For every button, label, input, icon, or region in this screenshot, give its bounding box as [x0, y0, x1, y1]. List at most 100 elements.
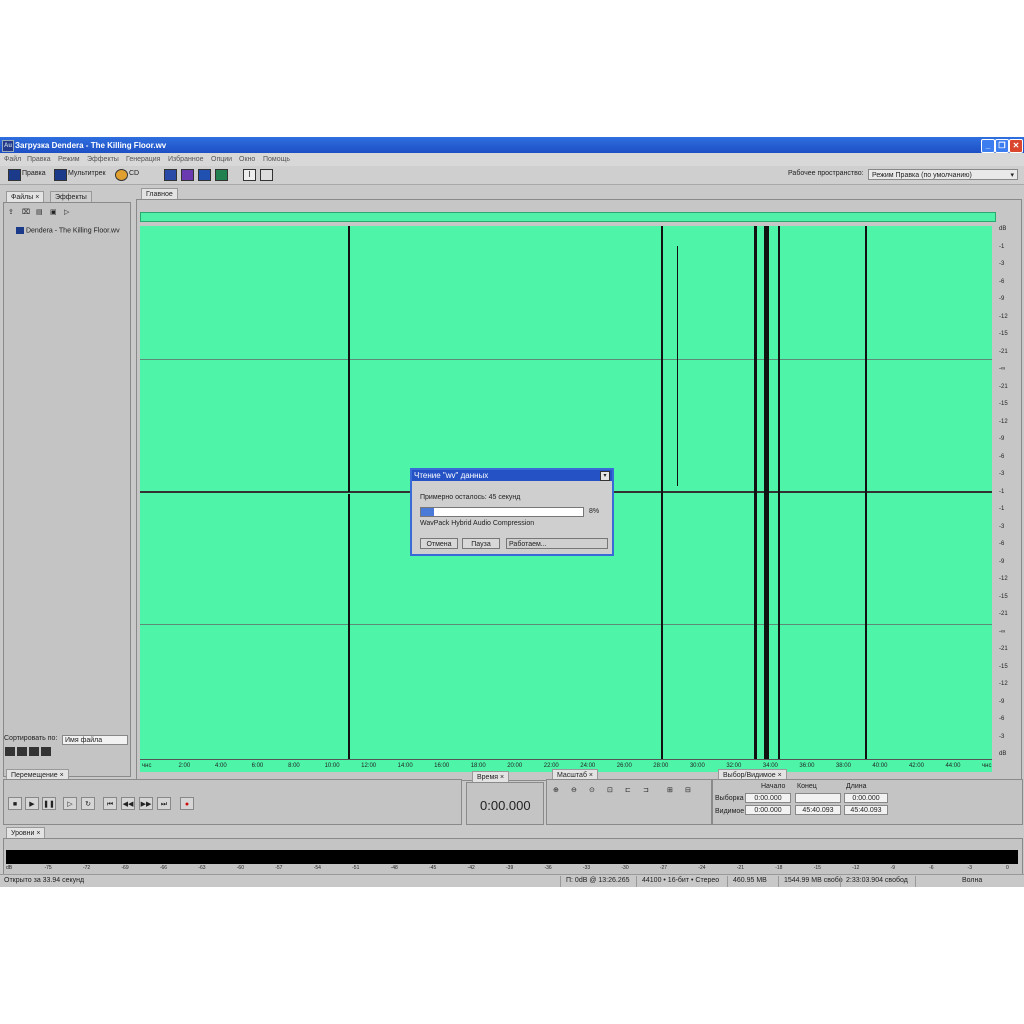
restore-button[interactable]: ❐ [995, 139, 1009, 153]
close-file-icon[interactable]: ⌧ [22, 208, 30, 216]
workspace-select[interactable]: Режим Правка (по умолчанию) ▾ [868, 169, 1018, 180]
minimize-button[interactable]: _ [981, 139, 995, 153]
level-meter-tick: -24 [698, 865, 706, 871]
menu-window[interactable]: Окно [239, 156, 255, 163]
zoom-full-icon[interactable]: ⊙ [589, 786, 595, 794]
insert-multitrack-icon[interactable]: ▤ [36, 208, 43, 216]
tab-levels[interactable]: Уровни × [6, 827, 46, 838]
time-display: 0:00.000 [480, 798, 531, 813]
level-meter-tick: -48 [390, 865, 398, 871]
db-scale-label: -15 [999, 593, 1008, 600]
db-scale-label: -21 [999, 383, 1008, 390]
dialog-close-icon[interactable]: ▾ [600, 471, 610, 481]
tab-effects[interactable]: Эффекты [50, 191, 92, 202]
menu-file[interactable]: Файл [4, 156, 21, 163]
zoom-out-horizontal-icon[interactable]: ⊖ [571, 786, 577, 794]
cd-view-label[interactable]: CD [129, 170, 139, 177]
close-button[interactable]: ✕ [1009, 139, 1023, 153]
stop-button[interactable]: ■ [8, 797, 22, 810]
codec-name: WavPack Hybrid Audio Compression [420, 520, 535, 527]
pause-button[interactable]: Пауза [462, 538, 500, 549]
progress-percent: 8% [589, 508, 600, 515]
time-remaining-text: Примерно осталось: 45 секунд [420, 494, 521, 501]
level-meter-tick: -18 [775, 865, 783, 871]
overview-bar[interactable] [140, 212, 996, 222]
menu-generate[interactable]: Генерация [126, 156, 160, 163]
multitrack-view-label[interactable]: Мультитрек [68, 170, 106, 177]
spectral-phase-icon[interactable] [215, 169, 228, 181]
timeline-label: чнс [142, 763, 152, 769]
pause-button[interactable]: ❚❚ [42, 797, 56, 810]
edit-view-icon[interactable] [8, 169, 21, 181]
status-view-mode: Волна [962, 877, 983, 884]
play-button[interactable]: ▶ [25, 797, 39, 810]
play-to-end-button[interactable]: ▷ [63, 797, 77, 810]
selection-length-field[interactable]: 0:00.000 [844, 793, 888, 803]
zoom-right-edge-icon[interactable]: ⊐ [643, 786, 649, 794]
insert-cd-icon[interactable]: ▣ [50, 208, 57, 216]
wave-file-icon [16, 227, 24, 234]
waveform-peak [764, 226, 769, 759]
multitrack-view-icon[interactable] [54, 169, 67, 181]
menu-view[interactable]: Режим [58, 156, 80, 163]
db-scale-label: -9 [999, 558, 1005, 565]
go-to-start-button[interactable]: ⏮ [103, 797, 117, 810]
show-midi-icon[interactable] [29, 747, 39, 756]
db-scale-label: -∞ [999, 628, 1006, 635]
view-length-field[interactable]: 45:40.093 [844, 805, 888, 815]
go-to-end-button[interactable]: ⏭ [157, 797, 171, 810]
level-meter-tick: -54 [313, 865, 321, 871]
tab-time[interactable]: Время × [472, 771, 510, 782]
tab-main-editor[interactable]: Главное [141, 188, 178, 199]
show-audio-icon[interactable] [5, 747, 15, 756]
timeline-label: 20:00 [507, 763, 523, 769]
menu-favorites[interactable]: Избранное [168, 156, 203, 163]
edit-view-label[interactable]: Правка [22, 170, 46, 177]
import-file-icon[interactable]: ⇪ [8, 208, 14, 216]
list-item[interactable]: Dendera - The Killing Floor.wv [16, 227, 120, 234]
fast-forward-button[interactable]: ▶▶ [139, 797, 153, 810]
header-start: Начало [761, 783, 786, 790]
cancel-button[interactable]: Отмена [420, 538, 458, 549]
waveform-peak [661, 226, 663, 759]
db-scale-label: -6 [999, 278, 1005, 285]
rewind-button[interactable]: ◀◀ [121, 797, 135, 810]
files-panel-footer-icons [5, 747, 65, 757]
menu-options[interactable]: Опции [211, 156, 232, 163]
db-scale-label: -6 [999, 453, 1005, 460]
menu-help[interactable]: Помощь [263, 156, 290, 163]
files-panel-toolbar: ⇪ ⌧ ▤ ▣ ▷ [8, 208, 88, 218]
selection-start-field[interactable]: 0:00.000 [745, 793, 791, 803]
db-scale-label: dB [999, 751, 1007, 757]
show-loops-icon[interactable] [17, 747, 27, 756]
cd-view-icon[interactable] [115, 169, 128, 181]
sort-select[interactable]: Имя файла [62, 735, 128, 745]
zoom-left-edge-icon[interactable]: ⊏ [625, 786, 631, 794]
level-meter-tick: -45 [429, 865, 437, 871]
view-end-field[interactable]: 45:40.093 [795, 805, 841, 815]
progress-bar [420, 507, 584, 517]
zoom-selection-icon[interactable]: ⊡ [607, 786, 613, 794]
spectral-pan-icon[interactable] [198, 169, 211, 181]
loop-button[interactable]: ↻ [81, 797, 95, 810]
db-scale-label: -21 [999, 348, 1008, 355]
view-start-field[interactable]: 0:00.000 [745, 805, 791, 815]
zoom-in-vertical-icon[interactable]: ⊞ [667, 786, 673, 794]
time-selection-tool-icon[interactable]: I [243, 169, 256, 181]
selection-end-field[interactable] [795, 793, 841, 803]
play-file-icon[interactable]: ▷ [64, 208, 69, 216]
db-scale-label: dB [999, 226, 1007, 232]
reading-progress-dialog: Чтение "wv" данных ▾ Примерно осталось: 4… [410, 468, 614, 556]
spectral-display-icon[interactable] [181, 169, 194, 181]
record-button[interactable]: ● [180, 797, 194, 810]
menu-edit[interactable]: Правка [27, 156, 51, 163]
zoom-out-vertical-icon[interactable]: ⊟ [685, 786, 691, 794]
waveform-display-icon[interactable] [164, 169, 177, 181]
marquee-tool-icon[interactable] [260, 169, 273, 181]
tab-files[interactable]: Файлы × [6, 191, 45, 202]
show-video-icon[interactable] [41, 747, 51, 756]
menu-effects[interactable]: Эффекты [87, 156, 119, 163]
waveform-peak [348, 226, 350, 492]
sort-label: Сортировать по: [4, 735, 58, 742]
zoom-in-horizontal-icon[interactable]: ⊕ [553, 786, 559, 794]
